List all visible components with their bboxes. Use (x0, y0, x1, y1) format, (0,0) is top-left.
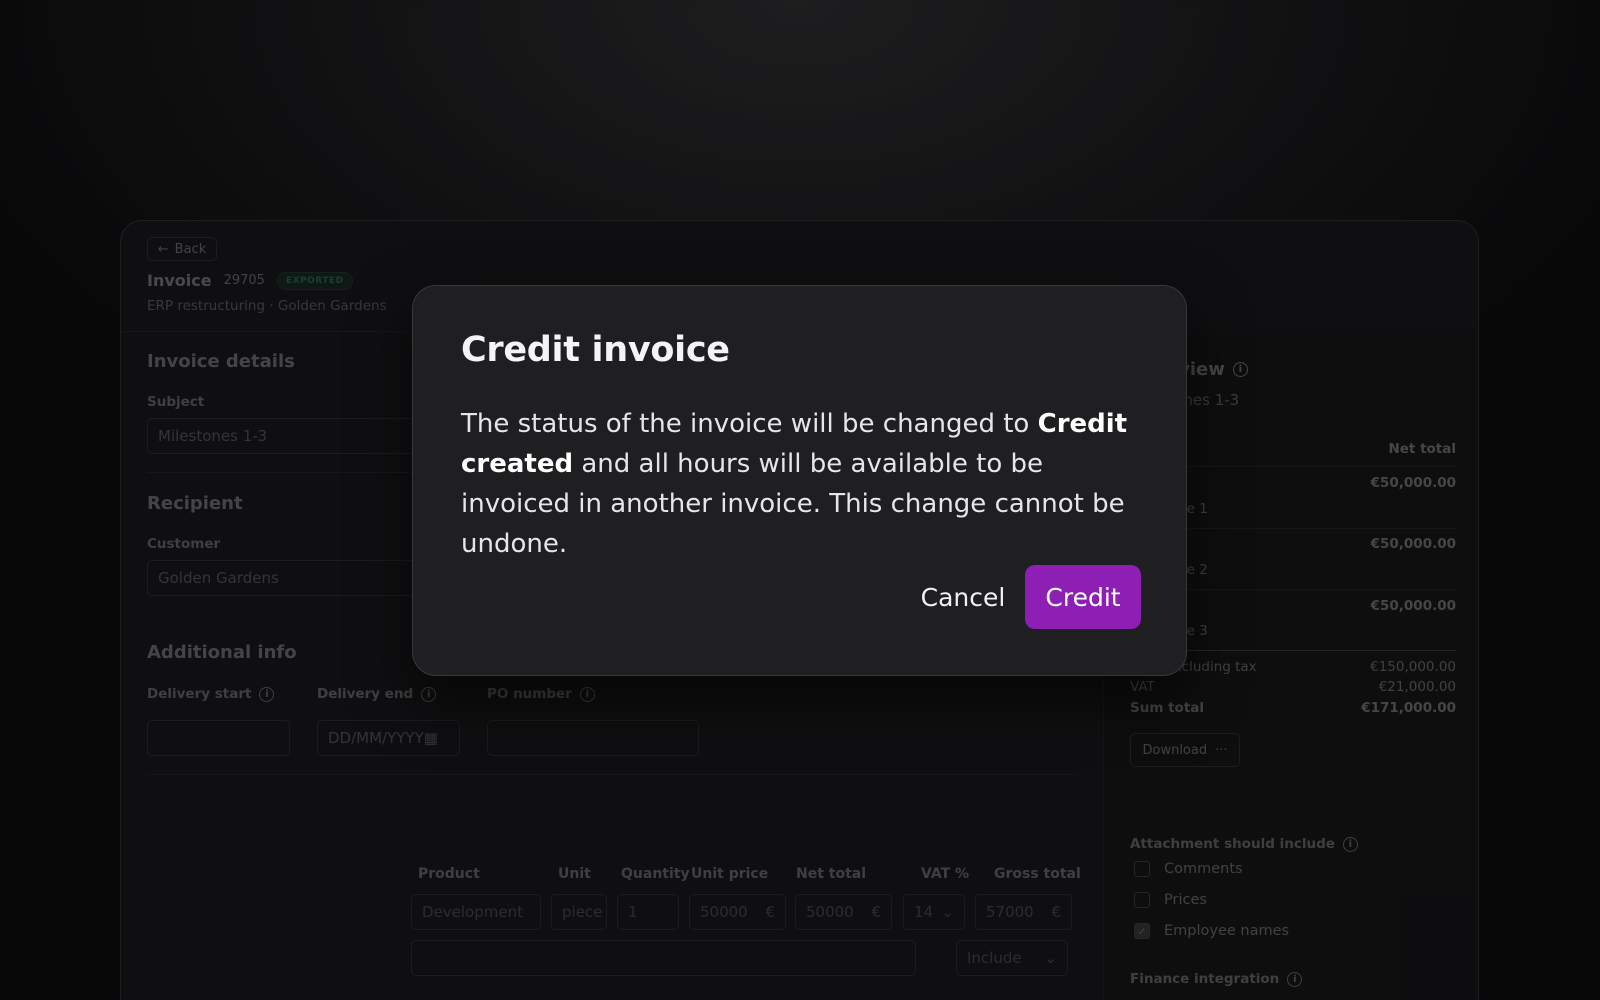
credit-invoice-dialog: Credit invoice The status of the invoice… (412, 285, 1187, 676)
dialog-body: The status of the invoice will be change… (461, 404, 1151, 564)
cancel-button[interactable]: Cancel (903, 565, 1023, 629)
dialog-title: Credit invoice (461, 330, 730, 370)
credit-button[interactable]: Credit (1025, 565, 1141, 629)
dialog-body-text: The status of the invoice will be change… (461, 409, 1038, 439)
